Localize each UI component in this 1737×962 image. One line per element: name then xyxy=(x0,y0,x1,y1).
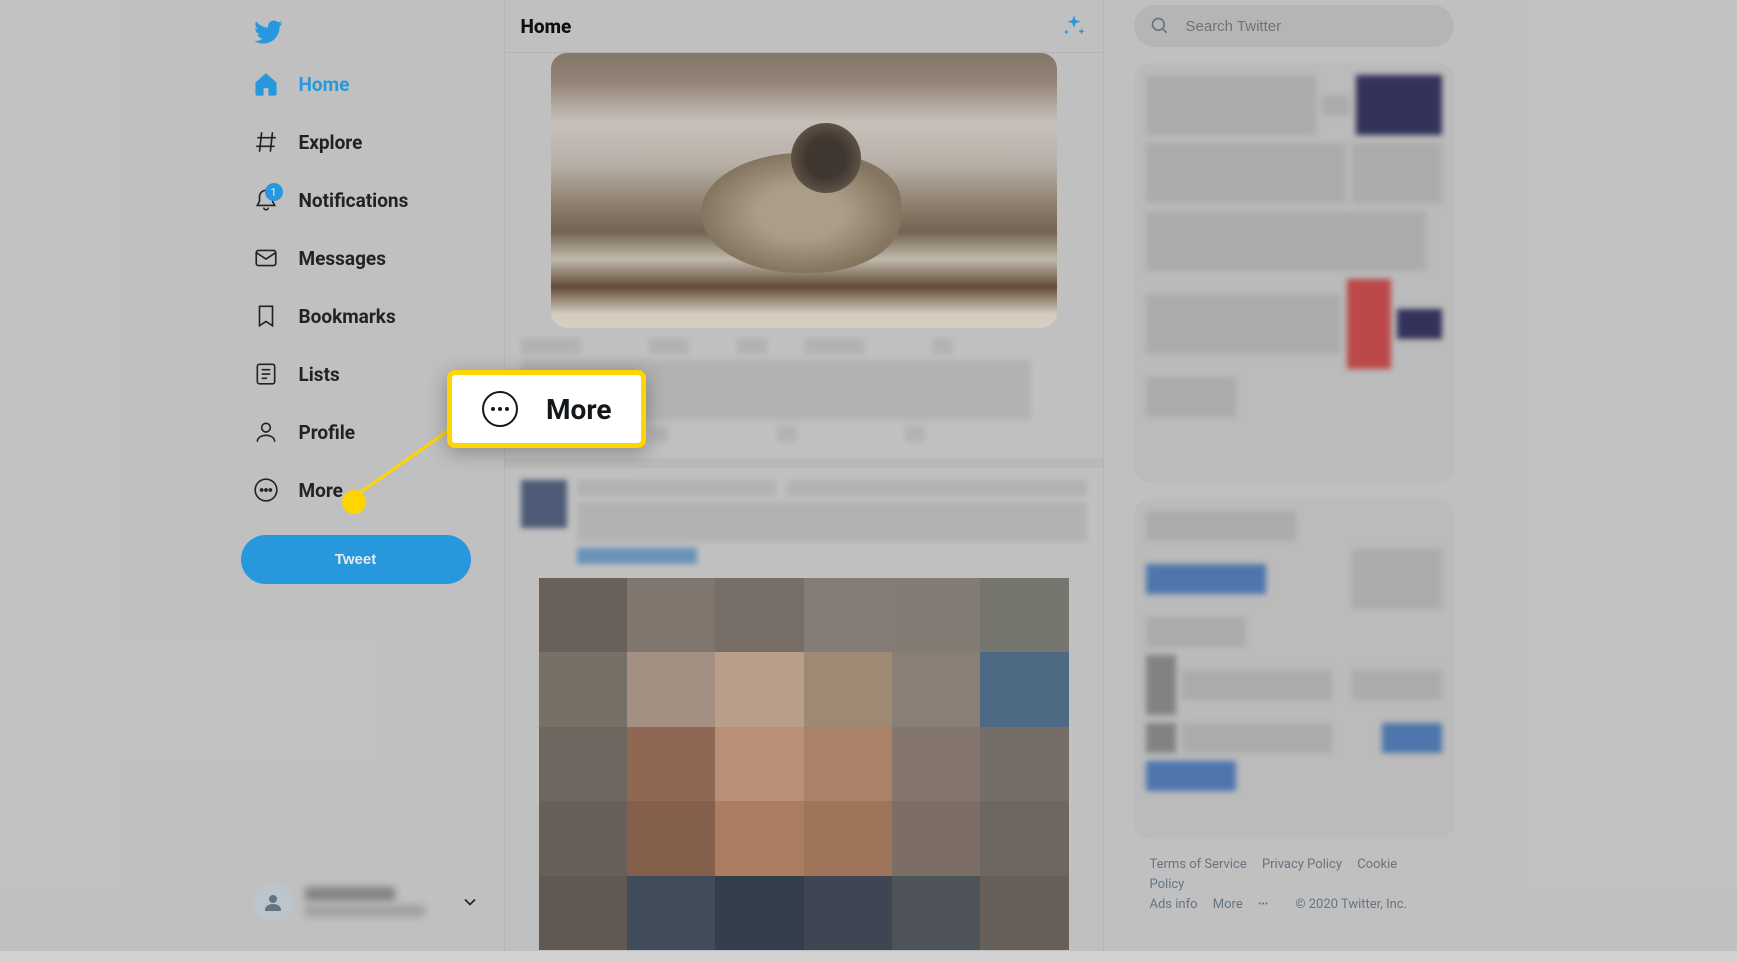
twitter-logo[interactable] xyxy=(241,5,291,55)
nav-label-home: Home xyxy=(299,73,350,96)
account-name-redacted xyxy=(305,887,395,901)
search-box[interactable] xyxy=(1134,5,1454,47)
account-handle-redacted xyxy=(305,905,425,917)
notification-badge: 1 xyxy=(265,183,283,201)
more-circle-icon xyxy=(253,477,279,503)
nav-label-lists: Lists xyxy=(299,363,340,386)
tweet-image-dog[interactable] xyxy=(551,53,1057,328)
bookmark-icon xyxy=(253,303,279,329)
search-input[interactable] xyxy=(1186,18,1438,35)
bird-icon xyxy=(253,17,283,47)
callout-more-highlight: More xyxy=(447,370,646,448)
tweet-avatar-redacted xyxy=(521,480,567,528)
sidebar-item-profile[interactable]: Profile xyxy=(241,407,368,457)
sidebar-item-explore[interactable]: Explore xyxy=(241,117,375,167)
nav-label-profile: Profile xyxy=(299,421,356,444)
sidebar: Home Explore 1 Notifications Messa xyxy=(229,0,504,951)
nav-label-bookmarks: Bookmarks xyxy=(299,305,396,328)
footer-privacy[interactable]: Privacy Policy xyxy=(1262,857,1342,872)
hash-icon xyxy=(253,129,279,155)
account-switcher[interactable] xyxy=(241,870,492,934)
footer-more[interactable]: More ••• xyxy=(1213,897,1280,912)
main-column: Home xyxy=(504,0,1104,951)
sidebar-item-messages[interactable]: Messages xyxy=(241,233,398,283)
list-icon xyxy=(253,361,279,387)
nav-label-messages: Messages xyxy=(299,247,386,270)
home-icon xyxy=(253,71,279,97)
footer-copyright: © 2020 Twitter, Inc. xyxy=(1295,897,1407,912)
sidebar-item-lists[interactable]: Lists xyxy=(241,349,352,399)
callout-anchor-dot xyxy=(342,490,366,514)
tweet-button[interactable]: Tweet xyxy=(241,535,471,584)
account-info xyxy=(305,887,460,917)
search-icon xyxy=(1150,16,1170,36)
page-title: Home xyxy=(521,15,572,38)
sidebar-item-notifications[interactable]: 1 Notifications xyxy=(241,175,421,225)
tweet-divider xyxy=(505,458,1103,468)
sparkle-icon[interactable] xyxy=(1061,13,1087,39)
footer-links: Terms of Service Privacy Policy Cookie P… xyxy=(1134,855,1454,915)
more-circle-icon xyxy=(482,391,518,427)
sidebar-item-home[interactable]: Home xyxy=(241,59,362,109)
bell-icon: 1 xyxy=(253,187,279,213)
envelope-icon xyxy=(253,245,279,271)
main-header: Home xyxy=(505,0,1103,53)
nav-label-more: More xyxy=(299,479,343,502)
sidebar-item-more[interactable]: More xyxy=(241,465,355,515)
tweet-image-person-redacted[interactable] xyxy=(539,578,1069,950)
trends-widget-redacted xyxy=(1134,63,1454,483)
chevron-down-icon xyxy=(460,892,480,912)
nav-label-explore: Explore xyxy=(299,131,363,154)
avatar xyxy=(253,882,293,922)
footer-ads[interactable]: Ads info xyxy=(1150,897,1198,912)
dots-icon: ••• xyxy=(1258,895,1268,915)
person-icon xyxy=(253,419,279,445)
sidebar-item-bookmarks[interactable]: Bookmarks xyxy=(241,291,408,341)
tweet-2 xyxy=(505,468,1103,962)
follow-widget-redacted xyxy=(1134,499,1454,839)
footer-terms[interactable]: Terms of Service xyxy=(1150,857,1247,872)
right-column: Terms of Service Privacy Policy Cookie P… xyxy=(1104,0,1454,951)
callout-label: More xyxy=(546,393,611,426)
nav-label-notifications: Notifications xyxy=(299,189,409,212)
